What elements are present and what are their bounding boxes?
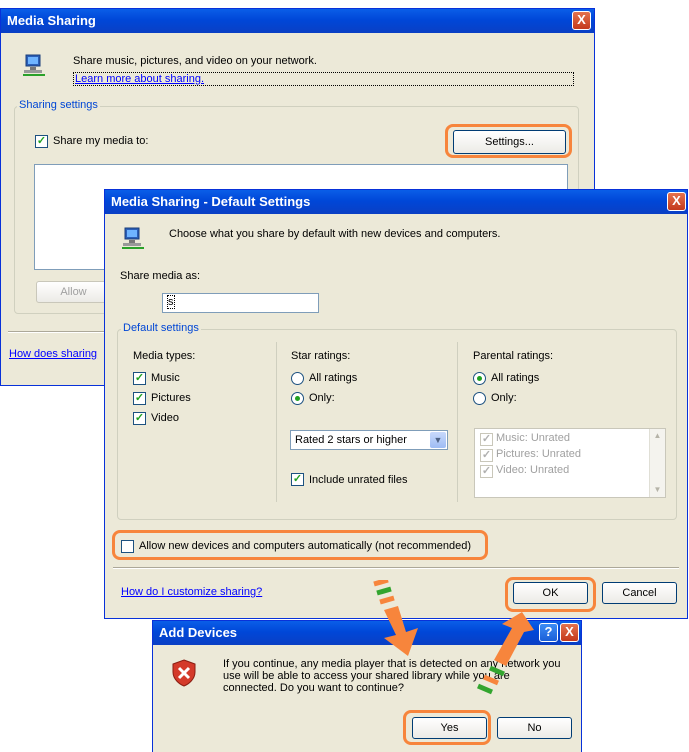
share-as-input[interactable]: s — [162, 293, 319, 313]
media-sharing-close-button[interactable]: X — [572, 11, 591, 30]
add-devices-title: Add Devices — [159, 625, 238, 640]
defaults-divider — [113, 567, 679, 569]
default-settings-titlebar[interactable]: Media Sharing - Default Settings — [105, 190, 687, 214]
parental-music-label: Music: Unrated — [496, 432, 570, 444]
default-settings-label: Default settings — [121, 322, 201, 334]
media-sharing-title: Media Sharing — [7, 13, 96, 28]
security-shield-icon — [172, 659, 196, 687]
media-pictures-label: Pictures — [151, 392, 191, 404]
parental-only-label: Only: — [491, 392, 517, 404]
main-intro-text: Share music, pictures, and video on your… — [73, 55, 317, 67]
media-pictures-checkbox[interactable]: ✓ — [133, 392, 146, 405]
parental-music-checkbox[interactable]: ✓ — [480, 433, 493, 446]
network-computer-icon — [122, 227, 144, 249]
star-only-radio[interactable] — [291, 392, 304, 405]
share-as-value: s — [167, 295, 175, 309]
star-ratings-label: Star ratings: — [291, 350, 351, 362]
default-settings-title: Media Sharing - Default Settings — [111, 194, 311, 209]
scroll-up-icon[interactable]: ▲ — [650, 429, 665, 443]
parental-ratings-list[interactable]: ✓ Music: Unrated ✓ Pictures: Unrated ✓ V… — [474, 428, 666, 498]
network-computer-icon — [23, 54, 45, 76]
learn-more-link[interactable]: Learn more about sharing. — [73, 72, 574, 86]
share-as-label: Share media as: — [120, 270, 201, 282]
share-my-media-label: Share my media to: — [53, 135, 149, 147]
settings-highlight — [445, 124, 572, 158]
chevron-down-icon[interactable]: ▼ — [430, 432, 446, 448]
media-music-checkbox[interactable]: ✓ — [133, 372, 146, 385]
defaults-intro-text: Choose what you share by default with ne… — [169, 228, 501, 240]
media-types-label: Media types: — [133, 350, 196, 362]
star-only-label: Only: — [309, 392, 335, 404]
parental-pictures-label: Pictures: Unrated — [496, 448, 581, 460]
include-unrated-label: Include unrated files — [309, 474, 408, 486]
media-video-checkbox[interactable]: ✓ — [133, 412, 146, 425]
media-star-divider — [276, 342, 277, 502]
default-settings-close-button[interactable]: X — [667, 192, 686, 211]
share-my-media-checkbox[interactable]: ✓ — [35, 135, 48, 148]
no-button[interactable]: No — [497, 717, 572, 739]
parental-video-label: Video: Unrated — [496, 464, 570, 476]
sharing-settings-label: Sharing settings — [17, 99, 100, 111]
help-button[interactable]: ? — [539, 623, 558, 642]
parental-list-scrollbar[interactable]: ▲ ▼ — [649, 429, 665, 497]
parental-video-checkbox[interactable]: ✓ — [480, 465, 493, 478]
customize-sharing-link[interactable]: How do I customize sharing? — [121, 586, 262, 598]
star-all-ratings-radio[interactable] — [291, 372, 304, 385]
star-all-ratings-label: All ratings — [309, 372, 358, 384]
media-music-label: Music — [151, 372, 180, 384]
ok-highlight — [505, 577, 596, 612]
allow-button[interactable]: Allow — [36, 281, 111, 303]
how-does-sharing-link[interactable]: How does sharing — [9, 348, 97, 360]
star-parental-divider — [457, 342, 458, 502]
media-sharing-titlebar[interactable]: Media Sharing — [1, 9, 594, 33]
cancel-button[interactable]: Cancel — [602, 582, 677, 604]
allow-auto-highlight — [112, 530, 488, 560]
parental-pictures-checkbox[interactable]: ✓ — [480, 449, 493, 462]
parental-only-radio[interactable] — [473, 392, 486, 405]
parental-all-ratings-radio[interactable] — [473, 372, 486, 385]
callout-arrow-icon — [477, 612, 534, 695]
include-unrated-checkbox[interactable]: ✓ — [291, 473, 304, 486]
star-rating-dropdown-value: Rated 2 stars or higher — [295, 434, 407, 446]
add-devices-close-button[interactable]: X — [560, 623, 579, 642]
star-rating-dropdown[interactable]: Rated 2 stars or higher ▼ — [290, 430, 448, 450]
media-video-label: Video — [151, 412, 179, 424]
yes-highlight — [403, 710, 491, 745]
parental-ratings-label: Parental ratings: — [473, 350, 554, 362]
parental-all-ratings-label: All ratings — [491, 372, 540, 384]
scroll-down-icon[interactable]: ▼ — [650, 483, 665, 497]
callout-arrow-icon — [373, 580, 418, 656]
